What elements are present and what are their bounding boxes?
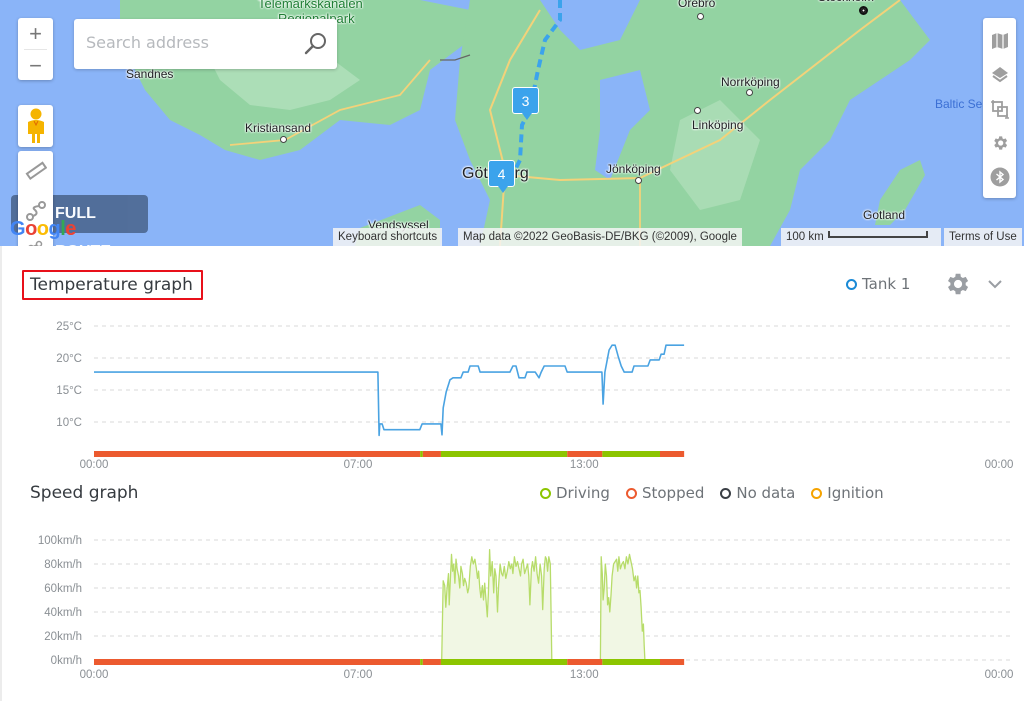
place-label: Gotland [863,208,906,222]
speed-x-tick-label: 00:00 [985,669,1014,681]
speed-status-segment-stopped [94,659,421,665]
terms-of-use-link[interactable]: Terms of Use [944,228,1022,246]
temp-status-segment-stopped [660,451,685,457]
city-dot [280,136,287,143]
speed-x-tick-label: 00:00 [80,669,109,681]
place-label: Stockholm [818,0,874,4]
speed-y-tick-label: 20km/h [44,631,82,643]
bluetooth-icon [990,167,1009,187]
temp-x-tick-label: 13:00 [570,459,599,471]
speed-status-segment-stopped [660,659,685,665]
place-label: Sandnes [126,67,174,81]
temp-y-tick-label: 20°C [56,353,82,365]
speed-y-tick-label: 60km/h [44,583,82,595]
speed-x-tick-label: 13:00 [570,669,599,681]
google-logo: Google [10,218,76,240]
scale-indicator: 100 km [781,228,941,246]
graphs-canvas[interactable]: 25°C 20°C 15°C 10°C 00:00 07:00 13:00 00:00 100k… [2,246,1024,701]
temp-x-tick-label: 00:00 [985,459,1014,471]
speed-status-segment-stopped [422,659,441,665]
zoom-control: + − [18,18,53,80]
layers-button[interactable] [983,58,1016,92]
search-icon[interactable] [303,31,329,57]
speed-y-tick-label: 40km/h [44,607,82,619]
place-label: Baltic Sea [935,97,990,111]
map-type-icon [991,33,1008,49]
place-label: Örebro [678,0,716,10]
temp-x-tick-label: 07:00 [344,459,373,471]
city-dot [635,177,642,184]
zoom-out-button[interactable]: − [18,50,53,81]
map-view[interactable]: Telemarkskanalen Regionalpark Sandnes Kr… [0,0,1024,246]
map-options-control [983,18,1016,198]
address-search [74,19,337,69]
route-marker[interactable]: 4 [488,160,515,193]
keyboard-shortcuts-link[interactable]: Keyboard shortcuts [333,228,443,246]
speed-status-segment-driving [440,659,568,665]
speed-y-tick-label: 100km/h [38,535,82,547]
search-input[interactable] [86,33,296,52]
route-marker[interactable]: 3 [512,87,539,120]
graphs-panel: Temperature graph Tank 1 Speed graph Dri… [0,246,1024,701]
zoom-in-button[interactable]: + [18,18,53,49]
speed-status-segment-stopped [567,659,603,665]
map-data-attribution: Map data ©2022 GeoBasis-DE/BKG (©2009), … [458,228,742,246]
temp-status-segment-driving [440,451,568,457]
settings-icon [993,136,1007,150]
speed-y-tick-label: 80km/h [44,559,82,571]
temp-y-tick-label: 25°C [56,321,82,333]
speed-area-fill [600,554,645,660]
street-view-button[interactable] [18,105,53,147]
temp-status-segment-driving [602,451,661,457]
map-settings-button[interactable] [983,126,1016,160]
pegman-icon [27,108,44,143]
capital-dot [859,6,868,15]
temp-status-segment-stopped [94,451,421,457]
ruler-button[interactable] [18,151,53,191]
place-label: Linköping [692,118,744,132]
map-type-button[interactable] [983,24,1016,58]
speed-x-tick-label: 07:00 [344,669,373,681]
fit-bounds-button[interactable] [983,92,1016,126]
scale-bar [827,231,928,239]
place-label: Kristiansand [245,121,312,135]
place-label: Telemarkskanalen [258,0,363,11]
ruler-icon [25,161,47,181]
speed-status-segment-driving [420,659,423,665]
city-dot [694,107,701,114]
place-label: Jönköping [606,162,661,176]
temp-y-tick-label: 15°C [56,385,82,397]
bluetooth-button[interactable] [983,160,1016,194]
temp-x-tick-label: 00:00 [80,459,109,471]
city-dot [746,89,753,96]
temp-y-tick-label: 10°C [56,417,82,429]
city-dot [697,13,704,20]
layers-icon [991,67,1008,83]
temp-status-segment-stopped [567,451,603,457]
scale-label: 100 km [786,231,824,243]
temp-status-segment-stopped [422,451,441,457]
speed-status-segment-driving [602,659,661,665]
temp-status-segment-driving [420,451,423,457]
speed-y-tick-label: 0km/h [51,655,82,667]
fit-bounds-icon [990,100,1009,119]
place-label: Norrköping [721,75,780,89]
